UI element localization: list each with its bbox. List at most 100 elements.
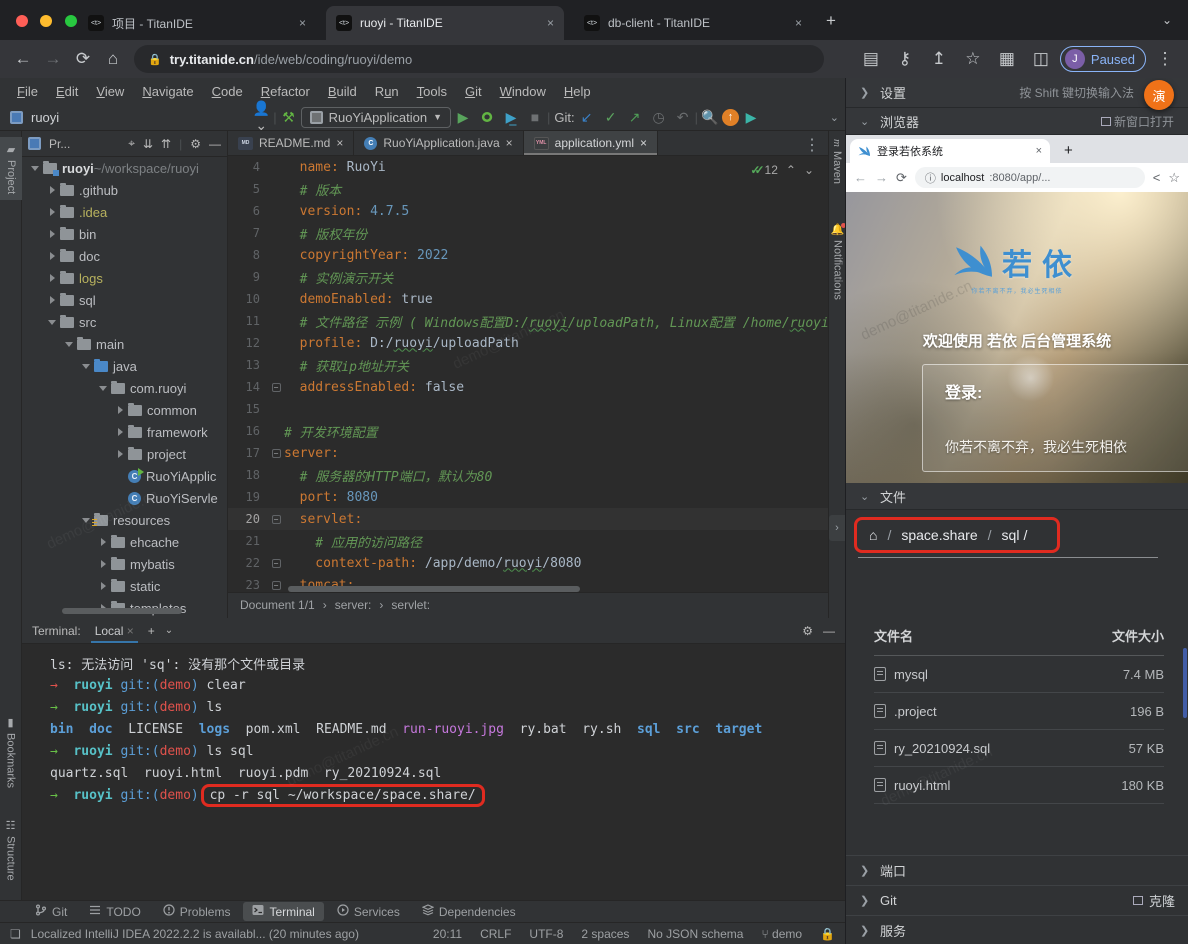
breadcrumb-space-share[interactable]: space.share — [901, 527, 977, 543]
toolwindow-todo[interactable]: TODO — [80, 902, 149, 921]
hide-toolbar-chevron-icon[interactable]: ⌄ — [830, 111, 839, 124]
menu-window[interactable]: Window — [491, 84, 555, 99]
panel-settings-gear-icon[interactable]: ⚙ — [190, 137, 201, 151]
browser-section-header[interactable]: ⌄ 浏览器 新窗口打开 — [846, 108, 1188, 135]
run-coverage-icon[interactable]: ▶̲ — [499, 109, 523, 126]
file-encoding[interactable]: UTF-8 — [529, 927, 563, 941]
next-problem-icon[interactable]: ⌄ — [804, 163, 814, 177]
toolwindow-terminal[interactable]: Terminal — [243, 902, 323, 921]
run-icon[interactable]: ▶ — [451, 109, 475, 126]
editor-tab-application-yml[interactable]: YMLapplication.yml× — [524, 131, 658, 155]
tree-item-ruoyiapplic[interactable]: CRuoYiApplic — [22, 465, 227, 487]
preview-tab[interactable]: 登录若依系统 × — [850, 139, 1050, 163]
titanide-icon[interactable]: ▶ — [739, 109, 763, 126]
profile-paused-pill[interactable]: J Paused — [1060, 46, 1146, 72]
hide-panel-icon[interactable]: — — [209, 137, 221, 151]
status-window-icon[interactable]: ❏ — [10, 927, 21, 941]
menu-refactor[interactable]: Refactor — [252, 84, 319, 99]
code-line-11[interactable]: 11 # 文件路径 示例 ( Windows配置D:/ruoyi/uploadP… — [228, 310, 828, 332]
section-ports[interactable]: ❯端口 — [846, 855, 1188, 885]
menu-run[interactable]: Run — [366, 84, 408, 99]
tree-item-framework[interactable]: framework — [22, 421, 227, 443]
tree-horizontal-scrollbar[interactable] — [62, 608, 182, 614]
menu-help[interactable]: Help — [555, 84, 600, 99]
stripe-notifications-tab[interactable]: 🔔 Notifications — [831, 223, 844, 300]
breadcrumb-2[interactable]: servlet: — [391, 598, 430, 612]
editor-tab-close-icon[interactable]: × — [640, 136, 647, 150]
editor-tab-close-icon[interactable]: × — [506, 136, 513, 150]
code-line-6[interactable]: 6 version: 4.7.5 — [228, 200, 828, 222]
tree-item-com-ruoyi[interactable]: com.ruoyi — [22, 377, 227, 399]
code-line-9[interactable]: 9 # 实例演示开关 — [228, 266, 828, 288]
stripe-bookmarks-tab[interactable]: ▮ Bookmarks — [4, 716, 17, 788]
home-icon[interactable]: ⌂ — [98, 49, 128, 69]
preview-tab-close-icon[interactable]: × — [1036, 145, 1042, 157]
code-line-16[interactable]: 16# 开发环境配置 — [228, 420, 828, 442]
file-row--project[interactable]: .project196 B — [874, 693, 1164, 730]
code-line-18[interactable]: 18 # 服务器的HTTP端口，默认为80 — [228, 464, 828, 486]
menu-code[interactable]: Code — [203, 84, 252, 99]
section-services[interactable]: ❯服务 — [846, 915, 1188, 944]
fold-marker-icon[interactable]: − — [272, 449, 281, 458]
tree-item-common[interactable]: common — [22, 399, 227, 421]
expand-right-panel-chevron-icon[interactable]: › — [829, 515, 845, 541]
terminal-output[interactable]: ls: 无法访问 'sq': 没有那个文件或目录→ ruoyi git:(dem… — [22, 644, 845, 806]
tree-chevron-icon[interactable] — [115, 427, 125, 437]
code-area[interactable]: 4 name: RuoYi5 # 版本6 version: 4.7.57 # 版… — [228, 156, 828, 596]
code-line-13[interactable]: 13 # 获取ip地址开关 — [228, 354, 828, 376]
stripe-maven-tab[interactable]: m Maven — [831, 139, 843, 184]
tree-item-resources[interactable]: resources — [22, 509, 227, 531]
terminal-minimize-icon[interactable]: — — [823, 624, 835, 638]
tree-item-mybatis[interactable]: mybatis — [22, 553, 227, 575]
new-tab-button[interactable]: + — [826, 11, 836, 31]
extensions-puzzle-icon[interactable]: ▦ — [992, 49, 1022, 69]
forward-icon[interactable]: → — [38, 49, 68, 69]
preview-reload-icon[interactable]: ⟳ — [896, 170, 907, 186]
share-icon[interactable]: ↥ — [924, 49, 954, 69]
tree-chevron-icon[interactable] — [98, 559, 108, 569]
tree-item-bin[interactable]: bin — [22, 223, 227, 245]
tree-item-main[interactable]: main — [22, 333, 227, 355]
code-line-5[interactable]: 5 # 版本 — [228, 178, 828, 200]
menu-edit[interactable]: Edit — [47, 84, 87, 99]
tree-chevron-icon[interactable] — [98, 537, 108, 547]
tree-item-project[interactable]: project — [22, 443, 227, 465]
terminal-settings-gear-icon[interactable]: ⚙ — [802, 624, 813, 638]
breadcrumb-sql[interactable]: sql — [1002, 527, 1020, 543]
collapse-all-icon[interactable]: ⇈ — [161, 137, 171, 151]
git-commit-icon[interactable]: ✓ — [599, 109, 623, 126]
file-row-ry-20210924-sql[interactable]: ry_20210924.sql57 KB — [874, 730, 1164, 767]
breadcrumb-1[interactable]: server: — [335, 598, 372, 612]
tree-chevron-icon[interactable] — [115, 405, 125, 415]
tree-chevron-icon[interactable] — [81, 515, 91, 525]
code-line-10[interactable]: 10 demoEnabled: true — [228, 288, 828, 310]
menu-view[interactable]: View — [87, 84, 133, 99]
code-line-15[interactable]: 15 — [228, 398, 828, 420]
files-section-header[interactable]: ⌄ 文件 — [846, 483, 1188, 510]
tree-item-ehcache[interactable]: ehcache — [22, 531, 227, 553]
fold-marker-icon[interactable]: − — [272, 559, 281, 568]
clipboard-icon[interactable]: ▤ — [856, 49, 886, 69]
menu-build[interactable]: Build — [319, 84, 366, 99]
tree-chevron-icon[interactable] — [81, 361, 91, 371]
tree-chevron-icon[interactable] — [47, 251, 57, 261]
maximize-window-button[interactable] — [65, 15, 77, 27]
code-line-21[interactable]: 21 # 应用的访问路径 — [228, 530, 828, 552]
status-message[interactable]: Localized IntelliJ IDEA 2022.2.2 is avai… — [31, 927, 359, 941]
tree-chevron-icon[interactable] — [47, 185, 57, 195]
tab-close-icon[interactable]: × — [299, 16, 306, 30]
tree-chevron-icon[interactable] — [98, 581, 108, 591]
open-new-window-button[interactable]: 新窗口打开 — [1101, 113, 1174, 130]
code-line-19[interactable]: 19 port: 8080 — [228, 486, 828, 508]
code-line-20[interactable]: 20− servlet: — [228, 508, 828, 530]
indent-setting[interactable]: 2 spaces — [581, 927, 629, 941]
editor-tab-README-md[interactable]: MDREADME.md× — [228, 131, 354, 155]
settings-section-header[interactable]: ❯ 设置 按 Shift 键切换输入法 — [846, 78, 1188, 108]
editor-tab-close-icon[interactable]: × — [336, 136, 343, 150]
inspection-widget[interactable]: ✓✓12 ⌃ ⌄ — [750, 163, 814, 177]
fold-marker-icon[interactable]: − — [272, 515, 281, 524]
caret-position[interactable]: 20:11 — [433, 927, 462, 941]
line-separator[interactable]: CRLF — [480, 927, 511, 941]
minimize-window-button[interactable] — [40, 15, 52, 27]
fold-marker-icon[interactable]: − — [272, 581, 281, 590]
